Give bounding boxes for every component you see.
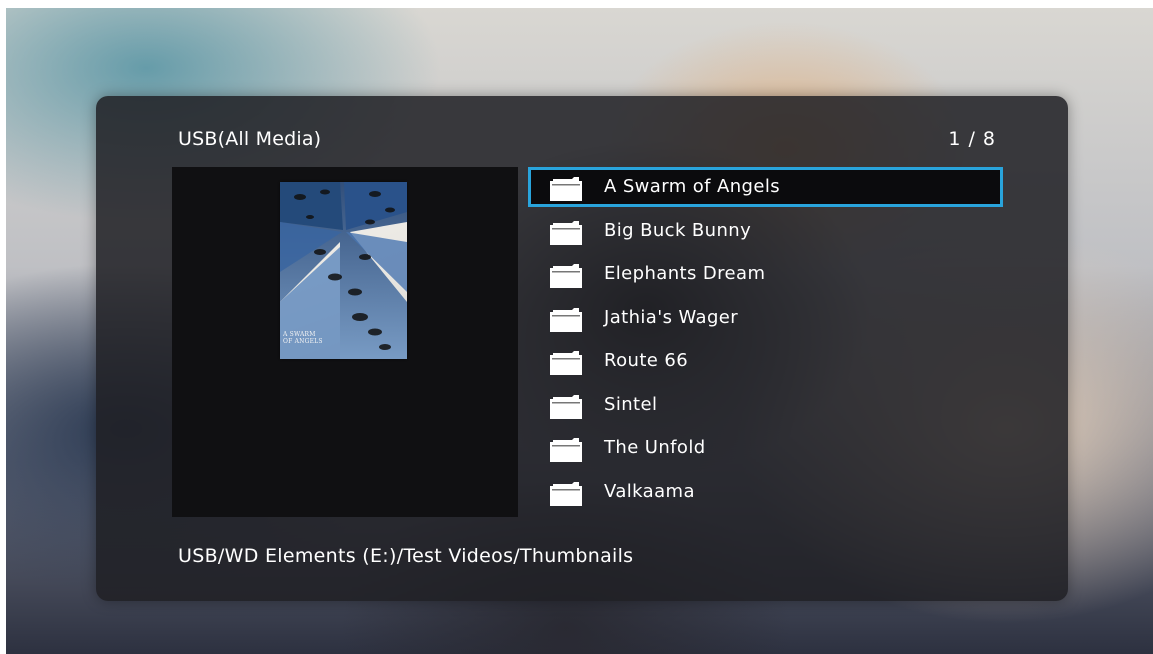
page-title: USB(All Media): [178, 128, 322, 150]
folder-item-big-buck-bunny[interactable]: Big Buck Bunny: [528, 211, 1003, 255]
folder-icon: [550, 264, 582, 288]
folder-item-label: Big Buck Bunny: [604, 219, 752, 241]
breadcrumb-path: USB/WD Elements (E:)/Test Videos/Thumbna…: [178, 545, 634, 567]
folder-item-a-swarm-of-angels[interactable]: A Swarm of Angels: [528, 167, 1003, 207]
folder-icon: [550, 307, 582, 332]
folder-item-label: Valkaama: [604, 480, 695, 502]
folder-item-label: A Swarm of Angels: [604, 176, 781, 197]
folder-icon: [550, 481, 582, 506]
thumbnail-caption-line2: OF ANGELS: [283, 338, 323, 345]
folder-item-label: Elephants Dream: [604, 263, 766, 284]
folder-item-label: Route 66: [604, 350, 689, 371]
background-wallpaper: USB(All Media) 1 / 8 A SWARM OF ANGELS A…: [6, 8, 1153, 654]
preview-pane: A SWARM OF ANGELS: [172, 167, 518, 517]
thumbnail-caption-line1: A SWARM: [283, 331, 316, 338]
folder-item-label: The Unfold: [604, 437, 706, 458]
folder-item-the-unfold[interactable]: The Unfold: [528, 428, 1003, 472]
folder-item-valkaama[interactable]: Valkaama: [528, 472, 1003, 516]
folder-icon: [550, 351, 582, 375]
folder-item-route-66[interactable]: Route 66: [528, 341, 1003, 385]
folder-item-label: Jathia's Wager: [604, 306, 739, 328]
thumbnail-caption: A SWARM OF ANGELS: [283, 331, 343, 345]
folder-icon: [550, 394, 582, 419]
folder-item-label: Sintel: [604, 393, 658, 415]
folder-icon: [550, 177, 582, 201]
folder-list: A Swarm of Angels Big Buck Bunny Elephan…: [528, 167, 1003, 515]
folder-item-jathias-wager[interactable]: Jathia's Wager: [528, 298, 1003, 342]
folder-icon: [550, 438, 582, 462]
thumbnail-image: A SWARM OF ANGELS: [280, 182, 407, 359]
media-browser-panel: USB(All Media) 1 / 8 A SWARM OF ANGELS A…: [96, 96, 1068, 601]
folder-icon: [550, 220, 582, 245]
folder-item-elephants-dream[interactable]: Elephants Dream: [528, 254, 1003, 298]
page-counter: 1 / 8: [948, 128, 996, 150]
folder-item-sintel[interactable]: Sintel: [528, 385, 1003, 429]
